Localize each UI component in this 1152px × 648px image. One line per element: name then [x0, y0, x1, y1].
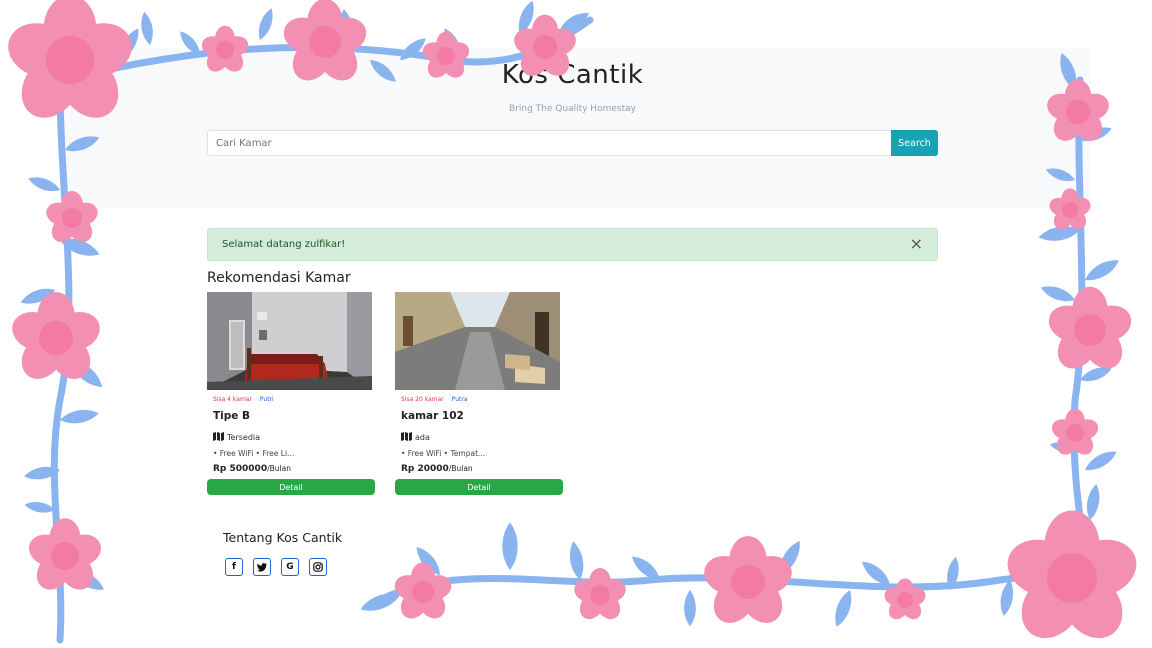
price-value: Rp 20000 [401, 464, 449, 474]
search-input[interactable] [207, 130, 895, 156]
google-icon[interactable]: G [281, 558, 299, 576]
room-badges: Sisa 20 kamar Putra [401, 396, 468, 403]
site-title: Kos Cantik [501, 60, 644, 90]
room-address: ada [401, 432, 430, 443]
footer-title: Tentang Kos Cantik [223, 530, 343, 545]
stock-badge: Sisa 4 kamar [213, 396, 252, 403]
alert-message: Selamat datang zulfikar! [222, 239, 346, 250]
room-features: • Free WiFi • Free Li... [213, 449, 295, 458]
room-name: Tipe B [213, 410, 251, 422]
welcome-alert: Selamat datang zulfikar! × [207, 228, 938, 261]
close-icon[interactable]: × [910, 235, 923, 253]
room-card: Sisa 4 kamar Putri Tipe B Tersedia • Fre… [207, 292, 377, 498]
gender-badge: Putra [451, 396, 468, 403]
search-button[interactable]: Search [891, 130, 938, 156]
detail-button[interactable]: Detail [207, 479, 375, 495]
section-title: Rekomendasi Kamar [207, 270, 351, 286]
room-address-text: ada [415, 433, 430, 442]
room-badges: Sisa 4 kamar Putri [213, 396, 274, 403]
room-features: • Free WiFi • Tempat... [401, 449, 486, 458]
room-photo[interactable] [395, 292, 560, 390]
room-price: Rp 500000/Bulan [213, 464, 291, 474]
price-unit: /Bulan [267, 464, 291, 473]
room-name: kamar 102 [401, 410, 464, 422]
room-address-text: Tersedia [227, 433, 261, 442]
facebook-icon[interactable]: f [225, 558, 243, 576]
site-tagline: Bring The Quality Homestay [509, 104, 636, 114]
twitter-icon[interactable] [253, 558, 271, 576]
room-address: Tersedia [213, 432, 260, 443]
instagram-icon[interactable] [309, 558, 327, 576]
map-icon [213, 432, 224, 443]
room-photo[interactable] [207, 292, 372, 390]
map-icon [401, 432, 412, 443]
price-value: Rp 500000 [213, 464, 268, 474]
stock-badge: Sisa 20 kamar [401, 396, 444, 403]
gender-badge: Putri [259, 396, 274, 403]
room-price: Rp 20000/Bulan [401, 464, 473, 474]
price-unit: /Bulan [448, 464, 473, 473]
detail-button[interactable]: Detail [395, 479, 563, 495]
room-card: Sisa 20 kamar Putra kamar 102 ada • Free… [395, 292, 565, 498]
